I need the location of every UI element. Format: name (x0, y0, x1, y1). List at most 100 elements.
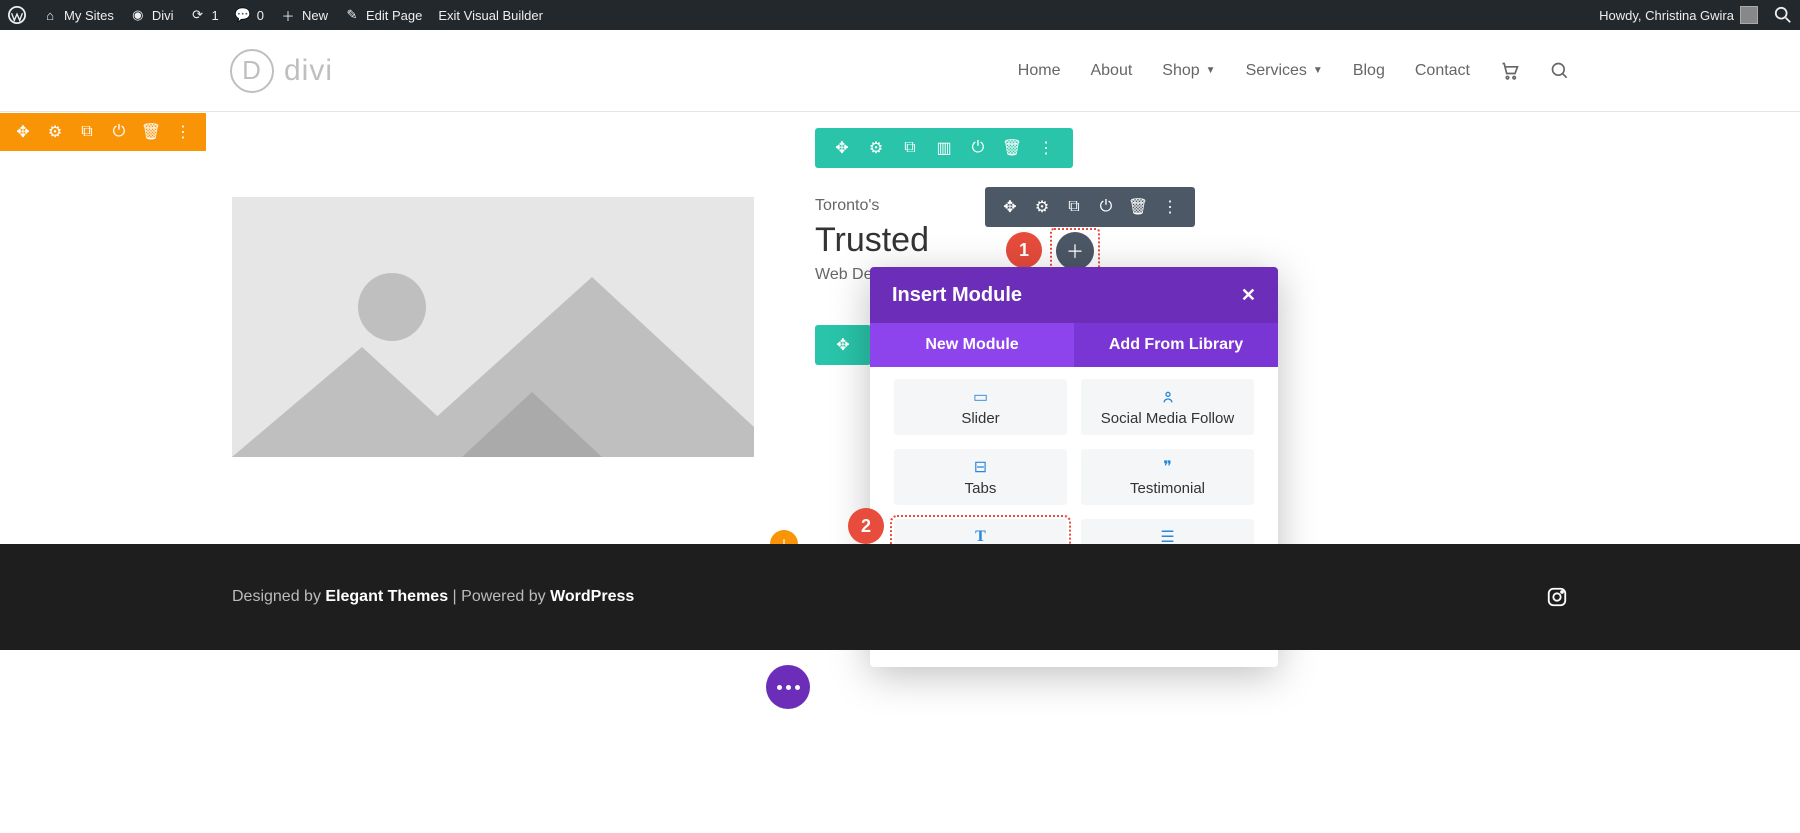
wp-admin-bar: ⌂My Sites ◉Divi ⟳1 💬0 ＋New ✎Edit Page Ex… (0, 0, 1800, 30)
move-icon[interactable]: ✥ (1001, 198, 1019, 216)
pencil-icon: ✎ (344, 7, 360, 23)
sites-icon: ⌂ (42, 7, 58, 23)
wp-logo-icon[interactable] (8, 6, 26, 24)
site-name-link[interactable]: ◉ Divi (130, 7, 174, 23)
duplicate-icon[interactable]: ⧉ (1065, 198, 1083, 216)
module-toolbar: ✥ ⚙ ⧉ ⏻ 🗑 ⋮ (985, 187, 1195, 227)
row-toolbar-2: ✥ (815, 325, 871, 365)
footer-elegant-themes-link[interactable]: Elegant Themes (325, 588, 448, 605)
tab-new-module[interactable]: New Module (870, 323, 1074, 367)
my-sites-link[interactable]: ⌂ My Sites (42, 7, 114, 23)
tab-add-from-library[interactable]: Add From Library (1074, 323, 1278, 367)
more-icon[interactable]: ⋮ (174, 123, 192, 141)
close-icon[interactable]: ✕ (1241, 285, 1256, 306)
gear-icon[interactable]: ⚙ (46, 123, 64, 141)
columns-icon[interactable]: ▥ (935, 139, 953, 157)
modal-title: Insert Module (892, 284, 1022, 307)
edit-page-label: Edit Page (366, 8, 422, 23)
nav-services-label: Services (1246, 62, 1307, 80)
move-icon[interactable]: ✥ (834, 336, 852, 354)
duplicate-icon[interactable]: ⧉ (901, 139, 919, 157)
footer-text: | Powered by (448, 588, 550, 605)
move-icon[interactable]: ✥ (14, 123, 32, 141)
nav-home[interactable]: Home (1018, 62, 1061, 80)
duplicate-icon[interactable]: ⧉ (78, 123, 96, 141)
trash-icon[interactable]: 🗑 (142, 123, 160, 141)
modal-tabs: New Module Add From Library (870, 323, 1278, 367)
gear-icon[interactable]: ⚙ (1033, 198, 1051, 216)
chevron-down-icon: ▼ (1313, 65, 1323, 76)
module-slider[interactable]: ▭ Slider (894, 379, 1067, 435)
header-search-icon[interactable] (1550, 61, 1570, 81)
section-toolbar: ✥ ⚙ ⧉ ⏻ 🗑 ⋮ (0, 113, 206, 151)
nav-services[interactable]: Services ▼ (1246, 62, 1323, 80)
module-label: Tabs (965, 480, 997, 497)
nav-blog[interactable]: Blog (1353, 62, 1385, 80)
howdy-label: Howdy, Christina Gwira (1599, 8, 1734, 23)
exit-vb-label: Exit Visual Builder (438, 8, 543, 23)
avatar (1740, 6, 1758, 24)
plus-icon: ＋ (280, 7, 296, 23)
slider-icon: ▭ (973, 388, 988, 406)
nav-about[interactable]: About (1090, 62, 1132, 80)
module-label: Testimonial (1130, 480, 1205, 497)
new-label: New (302, 8, 328, 23)
nav-shop-label: Shop (1162, 62, 1199, 80)
logo-text: divi (284, 54, 333, 88)
chevron-down-icon: ▼ (1206, 65, 1216, 76)
modal-header: Insert Module ✕ (870, 267, 1278, 323)
updates-count: 1 (212, 8, 219, 23)
text-icon: T (975, 528, 986, 546)
footer-wordpress-link[interactable]: WordPress (550, 588, 634, 605)
search-icon[interactable] (1774, 6, 1792, 24)
nav-shop[interactable]: Shop ▼ (1162, 62, 1215, 80)
dot-icon (777, 685, 782, 690)
site-footer: Designed by Elegant Themes | Powered by … (0, 544, 1800, 650)
builder-more-button[interactable] (766, 665, 810, 709)
trash-icon[interactable]: 🗑 (1129, 198, 1147, 216)
logo-mark-icon: D (230, 49, 274, 93)
cart-icon[interactable] (1500, 61, 1520, 81)
power-icon[interactable]: ⏻ (110, 123, 128, 141)
footer-text: Designed by (232, 588, 325, 605)
site-logo[interactable]: D divi (230, 49, 333, 93)
module-testimonial[interactable]: ❞ Testimonial (1081, 449, 1254, 505)
callout-2: 2 (848, 508, 884, 544)
more-icon[interactable]: ⋮ (1037, 139, 1055, 157)
more-icon[interactable]: ⋮ (1161, 198, 1179, 216)
power-icon[interactable]: ⏻ (969, 139, 987, 157)
quote-icon: ❞ (1163, 458, 1172, 476)
power-icon[interactable]: ⏻ (1097, 198, 1115, 216)
updates-icon: ⟳ (190, 7, 206, 23)
dashboard-icon: ◉ (130, 7, 146, 23)
gear-icon[interactable]: ⚙ (867, 139, 885, 157)
exit-visual-builder-link[interactable]: Exit Visual Builder (438, 8, 543, 23)
my-sites-label: My Sites (64, 8, 114, 23)
module-tabs[interactable]: ⊟Tabs (894, 449, 1067, 505)
move-icon[interactable]: ✥ (833, 139, 851, 157)
callout-1: 1 (1006, 232, 1042, 268)
module-social-media-follow[interactable]: Social Media Follow (1081, 379, 1254, 435)
add-module-button[interactable]: ＋ (1056, 232, 1094, 270)
module-label: Slider (961, 410, 999, 427)
footer-social (1546, 586, 1568, 608)
nav-contact[interactable]: Contact (1415, 62, 1470, 80)
comments-count: 0 (257, 8, 264, 23)
comments-icon: 💬 (235, 7, 251, 23)
updates-link[interactable]: ⟳1 (190, 7, 219, 23)
module-label: Social Media Follow (1101, 410, 1234, 427)
main-nav: Home About Shop ▼ Services ▼ Blog Contact (1018, 61, 1570, 81)
footer-credits: Designed by Elegant Themes | Powered by … (232, 588, 634, 606)
dot-icon (786, 685, 791, 690)
howdy-user[interactable]: Howdy, Christina Gwira (1599, 6, 1758, 24)
edit-page-link[interactable]: ✎ Edit Page (344, 7, 422, 23)
site-name-label: Divi (152, 8, 174, 23)
hero-line2: Trusted (815, 221, 929, 260)
trash-icon[interactable]: 🗑 (1003, 139, 1021, 157)
new-link[interactable]: ＋ New (280, 7, 328, 23)
hero-line1: Toronto's (815, 197, 929, 215)
instagram-icon[interactable] (1546, 586, 1568, 608)
dot-icon (795, 685, 800, 690)
comments-link[interactable]: 💬0 (235, 7, 264, 23)
site-header: D divi Home About Shop ▼ Services ▼ Blog C… (0, 30, 1800, 112)
